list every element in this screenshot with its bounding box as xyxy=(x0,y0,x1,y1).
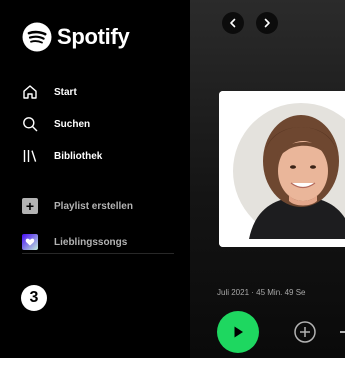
sidebar-item-label: Start xyxy=(54,86,77,98)
home-icon xyxy=(22,84,38,100)
sidebar-nav: Start Suchen Bibliothek xyxy=(22,76,102,172)
sidebar: Spotify Start Suchen Bibliothek + Playli… xyxy=(0,0,190,358)
episode-meta: Juli 2021 · 45 Min. 49 Se xyxy=(217,288,306,297)
create-playlist-label: Playlist erstellen xyxy=(54,200,133,212)
sidebar-item-suchen[interactable]: Suchen xyxy=(22,108,102,140)
sidebar-actions: + Playlist erstellen Lieblingssongs xyxy=(22,188,133,260)
liked-songs-button[interactable]: Lieblingssongs xyxy=(22,224,133,260)
sidebar-item-start[interactable]: Start xyxy=(22,76,102,108)
sidebar-item-bibliothek[interactable]: Bibliothek xyxy=(22,140,102,172)
add-circle-icon xyxy=(294,321,316,343)
spotify-app-window: Spotify Start Suchen Bibliothek + Playli… xyxy=(0,0,345,358)
spotify-logo-icon xyxy=(22,22,52,52)
play-icon xyxy=(234,326,243,338)
search-icon xyxy=(22,116,38,132)
sidebar-item-label: Suchen xyxy=(54,118,91,130)
more-options-button[interactable] xyxy=(340,331,345,333)
sidebar-item-label: Bibliothek xyxy=(54,150,103,162)
podcast-cover-image xyxy=(219,91,345,247)
play-button[interactable] xyxy=(217,311,259,353)
back-button[interactable] xyxy=(222,12,244,34)
spotify-logo[interactable]: Spotify xyxy=(22,22,130,52)
create-playlist-button[interactable]: + Playlist erstellen xyxy=(22,188,133,224)
main-view: Juli 2021 · 45 Min. 49 Se xyxy=(190,0,345,358)
liked-songs-label: Lieblingssongs xyxy=(54,236,128,248)
chevron-left-icon xyxy=(230,18,236,28)
library-icon xyxy=(22,148,38,164)
plus-icon: + xyxy=(22,198,38,214)
sidebar-divider xyxy=(22,253,174,254)
follow-button[interactable] xyxy=(293,320,317,344)
chevron-right-icon xyxy=(264,18,270,28)
host-portrait xyxy=(219,91,345,247)
heart-icon xyxy=(22,234,38,250)
logo-wordmark: Spotify xyxy=(57,24,130,49)
forward-button[interactable] xyxy=(256,12,278,34)
step-number-badge: 3 xyxy=(21,285,47,311)
